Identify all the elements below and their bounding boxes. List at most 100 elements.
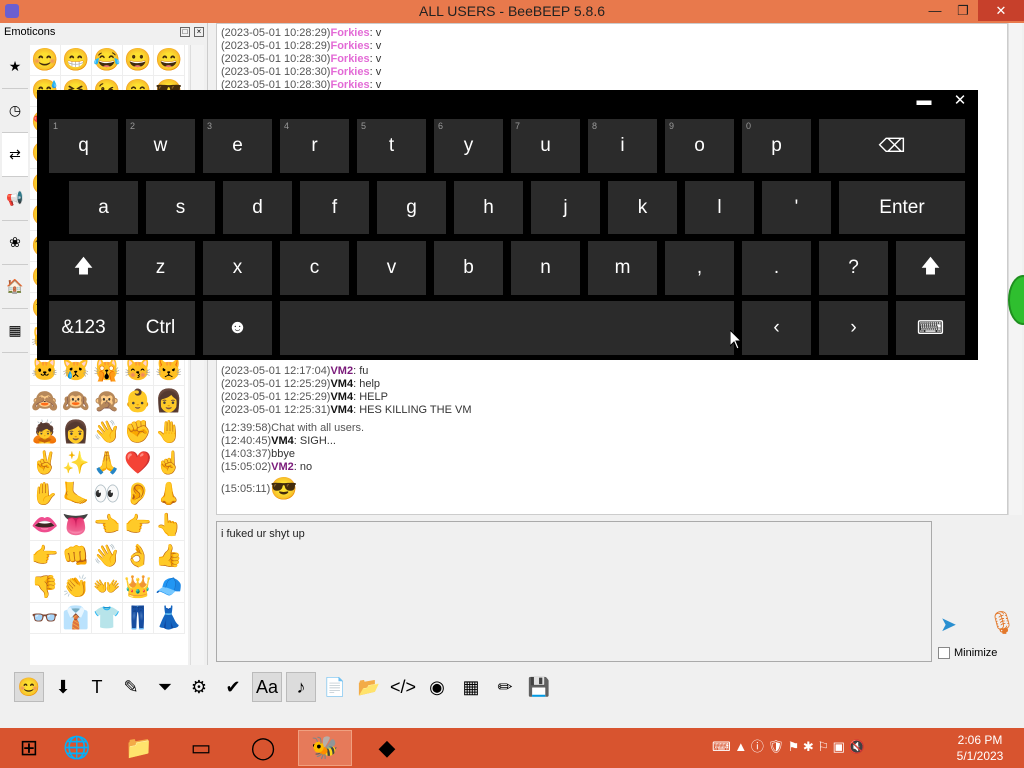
emoticon-cell[interactable]: ✋ [30, 479, 61, 510]
key-1-row3[interactable]: x [203, 241, 272, 295]
system-tray[interactable]: ⌨ ▲ ⓘ 🛡 ⚑ ✱ ⚐ ▣ 🔇 [712, 736, 865, 755]
toolbar-button-0-icon[interactable]: 😊 [14, 672, 44, 702]
emoticon-cell[interactable]: ✨ [61, 448, 92, 479]
emoticon-cell[interactable]: 👔 [61, 603, 92, 634]
toolbar-button-4-icon[interactable]: ⏷ [150, 672, 180, 702]
key-0-row2[interactable]: a [69, 181, 138, 234]
key-q[interactable]: q1 [49, 119, 118, 173]
toolbar-button-14-icon[interactable]: ✏ [490, 672, 520, 702]
emoticon-cell[interactable]: 👍 [154, 541, 185, 572]
emoticon-cell[interactable]: 👓 [30, 603, 61, 634]
key-3-row2[interactable]: f [300, 181, 369, 234]
emoticon-tab-4[interactable]: ❀ [2, 221, 28, 265]
key-2-row3[interactable]: c [280, 241, 349, 295]
emoticon-cell[interactable]: 👋 [92, 417, 123, 448]
key-i[interactable]: i8 [588, 119, 657, 173]
toolbar-button-3-icon[interactable]: ✎ [116, 672, 146, 702]
key-7-row3[interactable]: , [665, 241, 734, 295]
key-p[interactable]: p0 [742, 119, 811, 173]
emoticon-cell[interactable]: 👑 [123, 572, 154, 603]
emoticon-cell[interactable]: 👈 [92, 510, 123, 541]
emoticon-cell[interactable]: 😂 [92, 45, 123, 76]
emoticon-cell[interactable]: 🦶 [61, 479, 92, 510]
taskbar-app-5-icon[interactable]: 🐝 [298, 730, 352, 766]
minimize-button[interactable]: — [918, 0, 952, 21]
emoticon-cell[interactable]: 😊 [30, 45, 61, 76]
enter-key[interactable]: Enter [839, 181, 965, 234]
emoticon-tab-2[interactable]: ⇄ [2, 133, 28, 177]
emoticon-cell[interactable]: 🙏 [92, 448, 123, 479]
taskbar-app-4-icon[interactable]: ◯ [236, 730, 290, 766]
emoticon-cell[interactable]: 👐 [92, 572, 123, 603]
shift-key-left[interactable]: 🡅 [49, 241, 118, 295]
emoticon-cell[interactable]: 👖 [123, 603, 154, 634]
emoticon-cell[interactable]: 🧢 [154, 572, 185, 603]
shift-key-right[interactable]: 🡅 [896, 241, 965, 295]
emoticon-tab-0[interactable]: ★ [2, 45, 28, 89]
emoticon-cell[interactable]: 👋 [92, 541, 123, 572]
key-u[interactable]: u7 [511, 119, 580, 173]
emoticon-cell[interactable]: 🙊 [92, 386, 123, 417]
emoticon-cell[interactable]: ✊ [123, 417, 154, 448]
emoticon-cell[interactable]: 👕 [92, 603, 123, 634]
key-t[interactable]: t5 [357, 119, 426, 173]
minimize-option[interactable]: Minimize [938, 647, 997, 659]
toolbar-button-15-icon[interactable]: 💾 [524, 672, 554, 702]
emoticon-tab-1[interactable]: ◷ [2, 89, 28, 133]
emoji-key[interactable]: ☻ [203, 301, 272, 355]
taskbar-app-6-icon[interactable]: ◆ [360, 730, 414, 766]
emoticon-cell[interactable]: 👊 [61, 541, 92, 572]
left-arrow-key[interactable]: ‹ [742, 301, 811, 355]
emoticon-cell[interactable]: 👎 [30, 572, 61, 603]
toolbar-button-9-icon[interactable]: 📄 [320, 672, 350, 702]
toolbar-button-8-icon[interactable]: ♪ [286, 672, 316, 702]
emoticon-cell[interactable]: ❤️ [123, 448, 154, 479]
key-3-row3[interactable]: v [357, 241, 426, 295]
clock[interactable]: 2:06 PM 5/1/2023 [950, 732, 1010, 764]
key-6-row3[interactable]: m [588, 241, 657, 295]
float-panel-icon[interactable]: □ [180, 27, 190, 37]
emoticon-cell[interactable]: ☝ [154, 448, 185, 479]
key-9-row2[interactable]: ' [762, 181, 831, 234]
keyboard-minimize-button[interactable]: ▬ [906, 90, 942, 112]
key-4-row2[interactable]: g [377, 181, 446, 234]
taskbar-app-1-icon[interactable]: 🌐 [50, 730, 104, 766]
backspace-key[interactable]: ⌫ [819, 119, 965, 173]
key-8-row2[interactable]: l [685, 181, 754, 234]
emoticon-cell[interactable]: 👩 [61, 417, 92, 448]
emoticon-cell[interactable]: 👄 [30, 510, 61, 541]
emoticon-cell[interactable]: 👩 [154, 386, 185, 417]
emoticon-cell[interactable]: ✌ [30, 448, 61, 479]
emoticon-cell[interactable]: 👀 [92, 479, 123, 510]
keyboard-close-button[interactable]: ✕ [942, 90, 978, 112]
emoticon-cell[interactable]: 🙈 [30, 386, 61, 417]
taskbar-app-0-icon[interactable]: ⊞ [2, 730, 56, 766]
emoticon-cell[interactable]: 👂 [123, 479, 154, 510]
emoticon-cell[interactable]: 👌 [123, 541, 154, 572]
emoticon-tab-3[interactable]: 📢 [2, 177, 28, 221]
space-key[interactable] [280, 301, 734, 355]
toolbar-button-13-icon[interactable]: ▦ [456, 672, 486, 702]
close-panel-icon[interactable]: × [194, 27, 204, 37]
close-button[interactable]: ✕ [978, 0, 1024, 21]
key-1-row2[interactable]: s [146, 181, 215, 234]
emoticon-cell[interactable]: 👗 [154, 603, 185, 634]
key-8-row3[interactable]: . [742, 241, 811, 295]
key-y[interactable]: y6 [434, 119, 503, 173]
key-5-row3[interactable]: n [511, 241, 580, 295]
key-2-row2[interactable]: d [223, 181, 292, 234]
right-arrow-key[interactable]: › [819, 301, 888, 355]
toolbar-button-6-icon[interactable]: ✔ [218, 672, 248, 702]
emoticon-cell[interactable]: 🙉 [61, 386, 92, 417]
chat-scrollbar[interactable] [1008, 23, 1022, 515]
key-4-row3[interactable]: b [434, 241, 503, 295]
key-r[interactable]: r4 [280, 119, 349, 173]
toolbar-button-2-icon[interactable]: T [82, 672, 112, 702]
send-icon[interactable]: ➤ [940, 612, 974, 638]
toolbar-button-11-icon[interactable]: </> [388, 672, 418, 702]
numbers-key[interactable]: &123 [49, 301, 118, 355]
emoticon-cell[interactable]: 😁 [61, 45, 92, 76]
key-9-row3[interactable]: ? [819, 241, 888, 295]
emoticon-cell[interactable]: 🤚 [154, 417, 185, 448]
emoticon-cell[interactable]: 😄 [154, 45, 185, 76]
